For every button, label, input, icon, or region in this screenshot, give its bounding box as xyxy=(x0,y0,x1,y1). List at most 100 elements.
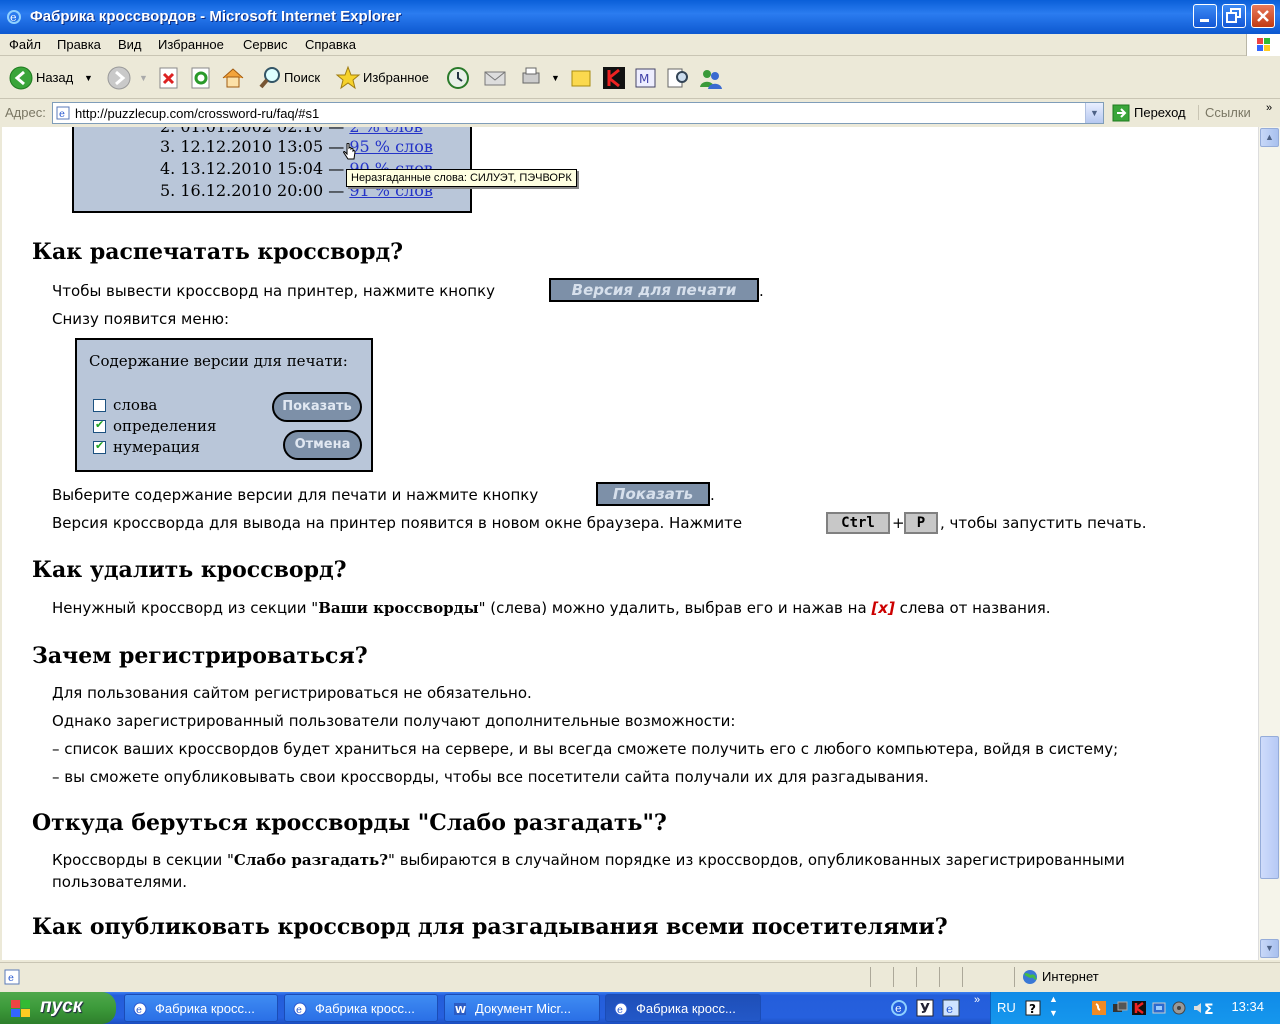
gear-icon[interactable] xyxy=(1171,1000,1187,1016)
history-link[interactable]: 95 % слов xyxy=(349,137,433,156)
paragraph: Для пользования сайтом регистрироваться … xyxy=(52,684,532,702)
network-icon[interactable] xyxy=(1112,1000,1128,1016)
taskbar-button[interactable]: W Документ Micr... xyxy=(444,994,600,1022)
kaspersky-tray-icon[interactable] xyxy=(1131,1000,1147,1016)
refresh-icon[interactable] xyxy=(190,65,212,91)
address-input[interactable]: e http://puzzlecup.com/crossword-ru/faq/… xyxy=(52,102,1104,124)
browser-quicklaunch-icon[interactable]: e xyxy=(942,999,960,1017)
back-arrow-icon[interactable] xyxy=(8,65,34,91)
menu-view[interactable]: Вид xyxy=(118,37,142,52)
forward-arrow-icon[interactable] xyxy=(106,65,132,91)
tray-expand-icon[interactable]: ▲ xyxy=(1049,994,1058,1004)
maximize-button[interactable] xyxy=(1222,4,1246,28)
windows-flag-icon xyxy=(1257,38,1270,51)
restore-icon xyxy=(1226,8,1241,23)
close-icon xyxy=(1257,10,1269,22)
start-button[interactable]: пуск xyxy=(0,992,116,1024)
home-icon[interactable] xyxy=(220,65,246,91)
back-dropdown-icon[interactable]: ▼ xyxy=(84,73,93,83)
page-icon: e xyxy=(56,106,70,120)
print-version-button[interactable]: Версия для печати xyxy=(549,278,759,302)
menu-edit[interactable]: Правка xyxy=(57,37,101,52)
java-icon[interactable] xyxy=(1091,1000,1107,1016)
help-icon[interactable]: ? xyxy=(1025,1000,1041,1016)
svg-text:Σ: Σ xyxy=(1204,1002,1214,1016)
language-indicator[interactable]: RU xyxy=(997,1000,1016,1015)
search-button[interactable]: Поиск xyxy=(284,70,320,85)
page-content: 2. 01.01.2002 02:10 — 2 % слов 3. 12.12.… xyxy=(2,127,1258,960)
taskbar-button-active[interactable]: e Фабрика кросс... xyxy=(605,994,761,1022)
section-heading: Откуда беруться кроссворды "Слабо разгад… xyxy=(32,810,667,836)
close-button[interactable] xyxy=(1251,4,1275,28)
words-checkbox[interactable] xyxy=(93,399,106,412)
section-heading: Как опубликовать кроссворд для разгадыва… xyxy=(32,914,948,940)
list-item: – список ваших кроссвордов будет хранить… xyxy=(52,740,1119,758)
connection-icon[interactable] xyxy=(1151,1000,1167,1016)
print-icon[interactable] xyxy=(520,65,542,91)
taskbar-button[interactable]: e Фабрика кросс... xyxy=(284,994,438,1022)
paragraph: Чтобы вывести кроссворд на принтер, нажм… xyxy=(52,282,496,300)
ie-icon: e xyxy=(133,1002,147,1016)
minimize-button[interactable] xyxy=(1193,4,1217,28)
go-arrow-icon xyxy=(1112,104,1130,122)
vertical-scrollbar[interactable]: ▲ ▼ xyxy=(1258,127,1280,960)
search-icon[interactable] xyxy=(258,65,282,91)
numbering-checkbox[interactable]: ✔ xyxy=(93,439,106,454)
stop-icon[interactable] xyxy=(158,65,180,91)
svg-text:e: e xyxy=(895,1002,902,1015)
minimize-icon xyxy=(1200,19,1209,22)
checkbox-label: слова xyxy=(113,396,158,414)
definitions-checkbox[interactable]: ✔ xyxy=(93,418,106,433)
checkmark-icon: ✔ xyxy=(95,418,105,431)
system-tray: RU ? ▲ ▼ Σ 13:34 xyxy=(990,992,1280,1024)
folder-icon[interactable] xyxy=(569,65,593,91)
address-dropdown-icon[interactable]: ▼ xyxy=(1085,103,1103,123)
ie-icon: e xyxy=(293,1002,307,1016)
paragraph: Кроссворды в секции "Слабо разгадать?" в… xyxy=(52,851,1125,869)
show-inline-button[interactable]: Показать xyxy=(596,482,710,506)
menu-file[interactable]: Файл xyxy=(9,37,41,52)
section-heading: Зачем регистрироваться? xyxy=(32,643,368,669)
window-title: Фабрика кроссвордов - Microsoft Internet… xyxy=(30,8,402,25)
links-toolbar[interactable]: Ссылки xyxy=(1198,105,1251,120)
back-button[interactable]: Назад xyxy=(36,70,73,85)
menu-tools[interactable]: Сервис xyxy=(243,37,288,52)
status-bar: e Интернет xyxy=(0,962,1280,992)
menu-favorites[interactable]: Избранное xyxy=(158,37,224,52)
checkbox-label: нумерация xyxy=(113,438,201,456)
svg-text:?: ? xyxy=(1029,1002,1036,1016)
menu-help[interactable]: Справка xyxy=(305,37,356,52)
tray-collapse-icon[interactable]: ▼ xyxy=(1049,1008,1058,1018)
p-key: P xyxy=(904,512,938,534)
scroll-down-icon[interactable]: ▼ xyxy=(1260,939,1279,958)
period: . xyxy=(710,486,715,504)
forward-dropdown-icon[interactable]: ▼ xyxy=(139,73,148,83)
cancel-button[interactable]: Отмена xyxy=(283,430,362,460)
messenger-note-icon[interactable]: M xyxy=(633,65,659,91)
favorites-button[interactable]: Избранное xyxy=(363,70,429,85)
taskbar-button[interactable]: e Фабрика кросс... xyxy=(124,994,278,1022)
scroll-thumb[interactable] xyxy=(1260,736,1279,879)
title-bar[interactable]: e Фабрика кроссвордов - Microsoft Intern… xyxy=(0,0,1280,34)
history-icon[interactable] xyxy=(445,65,471,91)
history-link[interactable]: 2 % слов xyxy=(349,127,422,136)
address-label: Адрес: xyxy=(5,105,46,120)
chevron-right-icon[interactable]: » xyxy=(1266,102,1272,114)
mail-icon[interactable] xyxy=(482,65,508,91)
show-button[interactable]: Показать xyxy=(272,392,362,422)
msn-people-icon[interactable] xyxy=(697,65,725,91)
print-dropdown-icon[interactable]: ▼ xyxy=(551,73,560,83)
scroll-up-icon[interactable]: ▲ xyxy=(1260,128,1279,147)
yandex-icon[interactable]: У xyxy=(916,999,934,1017)
history-row: 3. 12.12.2010 13:05 — 95 % слов xyxy=(160,137,433,156)
chevron-right-icon[interactable]: » xyxy=(974,994,980,1006)
kaspersky-icon[interactable] xyxy=(601,65,627,91)
svg-text:e: e xyxy=(946,1002,953,1016)
windows-flag-icon xyxy=(11,1000,30,1017)
ie-quicklaunch-icon[interactable]: e xyxy=(890,999,908,1017)
paragraph: пользователями. xyxy=(52,873,188,891)
sigma-icon[interactable]: Σ xyxy=(1201,1000,1217,1016)
research-icon[interactable] xyxy=(665,65,691,91)
clock[interactable]: 13:34 xyxy=(1231,999,1264,1014)
favorites-star-icon[interactable] xyxy=(335,65,361,91)
